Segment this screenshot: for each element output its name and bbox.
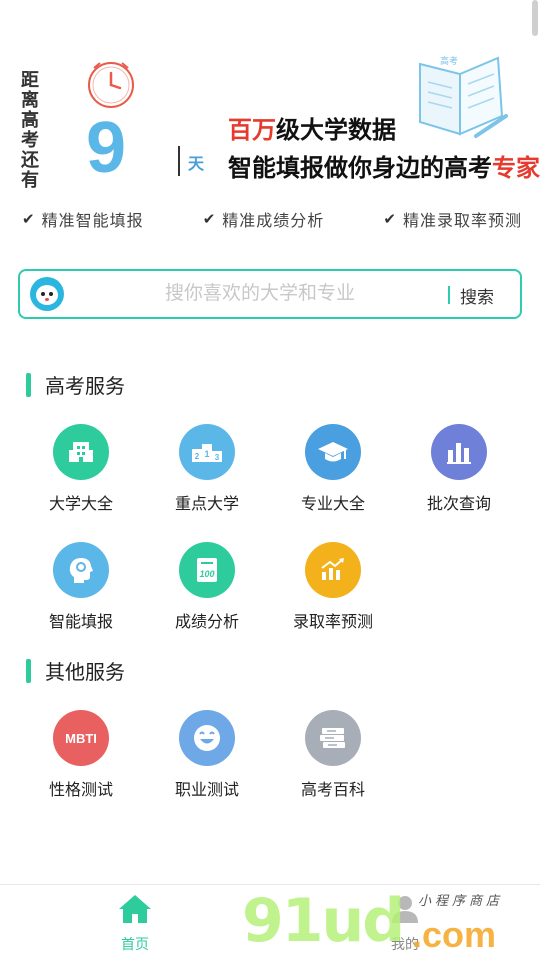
service-label: 性格测试 — [48, 782, 113, 799]
service-label: 大学大全 — [48, 496, 113, 513]
clock-icon — [88, 62, 134, 108]
watermark-dotcom: .com — [412, 914, 497, 955]
watermark-brand: 91ud — [242, 886, 405, 956]
feature-label: 精准录取率预测 — [402, 213, 522, 230]
search-input[interactable] — [80, 277, 440, 311]
check-icon: ✔ — [383, 211, 397, 228]
service-major-list[interactable]: 专业大全 — [273, 424, 393, 514]
section-title-other: 其他服务 — [26, 656, 125, 685]
book-label: 高考 — [440, 55, 458, 66]
service-label: 高考百科 — [300, 782, 365, 799]
service-gaokao-wiki[interactable]: 高考百科 — [273, 710, 393, 800]
feature-label: 精准智能填报 — [41, 213, 144, 230]
feature-item: ✔ 精准成绩分析 — [203, 207, 325, 231]
search-divider — [448, 286, 450, 304]
service-label: 重点大学 — [174, 496, 239, 513]
headline-secondary-text: 智能填报做你身边的高考 — [228, 155, 492, 182]
days-unit: 天 — [178, 146, 204, 176]
feature-list: ✔ 精准智能填报 ✔ 精准成绩分析 ✔ 精准录取率预测 — [22, 207, 522, 231]
mascot-avatar-icon — [30, 277, 64, 311]
mascot-nose — [45, 298, 49, 301]
feature-item: ✔ 精准智能填报 — [22, 207, 144, 231]
mbti-icon: MBTI — [53, 710, 109, 766]
mbti-badge-text: MBTI — [65, 730, 97, 746]
feature-label: 精准成绩分析 — [222, 213, 325, 230]
search-button[interactable]: 搜索 — [460, 283, 494, 308]
section-title-text: 其他服务 — [45, 662, 125, 684]
feature-item: ✔ 精准录取率预测 — [383, 207, 522, 231]
service-label: 批次查询 — [426, 496, 491, 513]
service-score-analysis[interactable]: 100 成绩分析 — [147, 542, 267, 632]
section-title-gaokao: 高考服务 — [26, 370, 125, 399]
headline-primary-text: 级大学数据 — [276, 117, 396, 144]
headline-secondary-highlight: 专家 — [492, 155, 540, 182]
svg-text:2: 2 — [195, 452, 200, 461]
watermark-tagline: 小程序商店 — [418, 893, 504, 908]
tab-home[interactable]: 首页 — [75, 893, 195, 954]
score-sheet-icon: 100 — [179, 542, 235, 598]
service-university-list[interactable]: 大学大全 — [21, 424, 141, 514]
section-accent-bar — [26, 372, 31, 397]
service-personality-test[interactable]: MBTI 性格测试 — [21, 710, 141, 800]
service-label: 职业测试 — [174, 782, 239, 799]
service-key-universities[interactable]: 12 3 重点大学 — [147, 424, 267, 514]
service-admission-prediction[interactable]: 录取率预测 — [273, 542, 393, 632]
brain-head-icon — [53, 542, 109, 598]
countdown-label: 距离高考还有 — [19, 70, 39, 190]
service-smart-apply[interactable]: 智能填报 — [21, 542, 141, 632]
scrollbar[interactable] — [532, 0, 538, 36]
headline-secondary: 智能填报做你身边的高考专家 — [228, 148, 540, 183]
search-bar: 搜索 — [18, 269, 522, 319]
mascot-eye — [41, 292, 45, 296]
mascot-eye — [49, 292, 53, 296]
building-icon — [53, 424, 109, 480]
mascot-face — [36, 285, 58, 305]
headline-primary-highlight: 百万 — [228, 117, 276, 144]
graduation-cap-icon — [305, 424, 361, 480]
service-career-test[interactable]: 职业测试 — [147, 710, 267, 800]
bar-chart-icon — [431, 424, 487, 480]
headline-primary: 百万级大学数据 — [228, 110, 396, 145]
countdown-days: 9 — [86, 108, 127, 188]
service-label: 智能填报 — [48, 614, 113, 631]
section-accent-bar — [26, 658, 31, 683]
service-label: 录取率预测 — [292, 614, 373, 631]
service-label: 专业大全 — [300, 496, 365, 513]
home-icon — [119, 895, 151, 923]
smile-face-icon — [179, 710, 235, 766]
svg-text:100: 100 — [199, 569, 214, 579]
open-book-icon: 高考 — [419, 55, 508, 138]
watermark-logo: 91ud .com 小程序商店 — [240, 886, 540, 960]
service-batch-query[interactable]: 批次查询 — [399, 424, 519, 514]
books-stack-icon — [305, 710, 361, 766]
service-label: 成绩分析 — [174, 614, 239, 631]
section-title-text: 高考服务 — [45, 376, 125, 398]
check-icon: ✔ — [202, 211, 217, 228]
svg-text:1: 1 — [204, 449, 209, 459]
trend-chart-icon — [305, 542, 361, 598]
check-icon: ✔ — [22, 211, 36, 228]
tab-home-label: 首页 — [121, 936, 149, 952]
svg-text:3: 3 — [215, 453, 220, 462]
podium-icon: 12 3 — [179, 424, 235, 480]
app-page: 距离高考还有 9 天 高考 百万级大学数据 智能填报做你身边的高考专家 ✔ 精准智… — [0, 0, 540, 960]
